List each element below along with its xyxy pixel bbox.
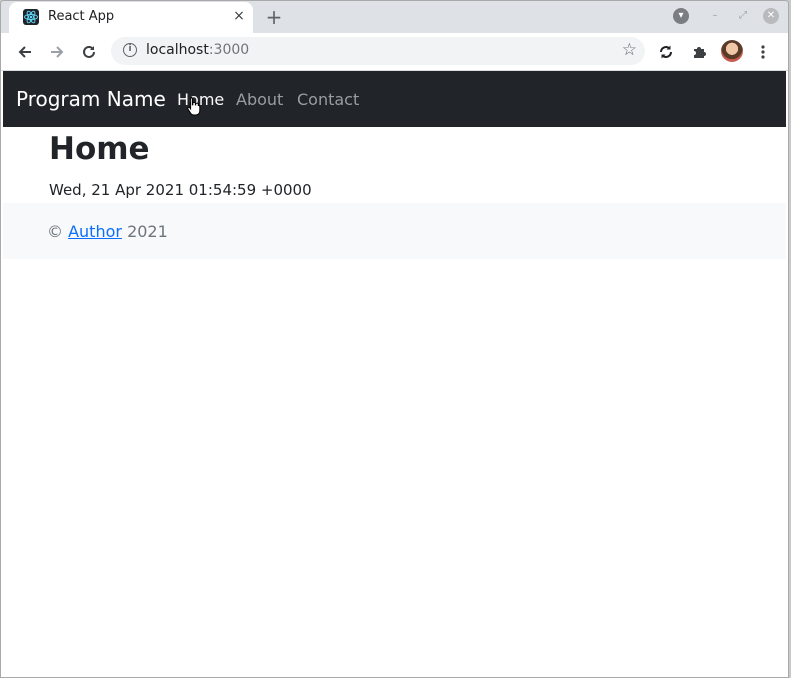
author-link[interactable]: Author xyxy=(68,222,122,241)
browser-window: React App × + ▾ – ⤢ ✕ i localhost:3000 ☆ xyxy=(0,0,789,678)
navbar: Program Name Home About Contact xyxy=(3,71,786,127)
forward-arrow-icon[interactable] xyxy=(44,39,70,65)
tab-close-icon[interactable]: × xyxy=(231,8,247,24)
bookmark-star-icon[interactable]: ☆ xyxy=(622,40,637,60)
tab-strip: React App × + ▾ – ⤢ ✕ xyxy=(1,1,788,33)
url-text: localhost:3000 xyxy=(146,42,250,58)
hand-cursor-icon xyxy=(187,96,201,116)
page-viewport: Program Name Home About Contact Home Wed… xyxy=(3,71,786,677)
nav-link-about[interactable]: About xyxy=(236,90,283,109)
reload-icon[interactable] xyxy=(76,39,102,65)
tab-title: React App xyxy=(48,9,115,24)
extensions-puzzle-icon[interactable] xyxy=(686,39,712,65)
navbar-brand[interactable]: Program Name xyxy=(16,87,166,111)
close-window-icon[interactable]: ✕ xyxy=(763,8,779,24)
sync-extension-icon[interactable] xyxy=(653,39,679,65)
footer-copyright: © Author 2021 xyxy=(47,222,168,241)
menu-kebab-icon[interactable] xyxy=(750,39,776,65)
footer-year: 2021 xyxy=(127,222,168,241)
browser-toolbar: i localhost:3000 ☆ xyxy=(1,33,788,71)
address-bar[interactable]: i localhost:3000 ☆ xyxy=(111,37,645,65)
react-logo-icon xyxy=(23,9,39,25)
timestamp: Wed, 21 Apr 2021 01:54:59 +0000 xyxy=(49,181,312,199)
copyright-symbol: © xyxy=(47,222,63,241)
site-info-icon[interactable]: i xyxy=(123,43,137,57)
profile-avatar[interactable] xyxy=(721,40,743,62)
nav-link-contact[interactable]: Contact xyxy=(297,90,359,109)
footer: © Author 2021 xyxy=(3,203,786,259)
browser-tab[interactable]: React App × xyxy=(9,2,253,33)
new-tab-button[interactable]: + xyxy=(263,6,285,28)
maximize-icon[interactable]: ⤢ xyxy=(735,8,751,24)
minimize-icon[interactable]: – xyxy=(707,8,723,24)
tab-search-icon[interactable]: ▾ xyxy=(673,8,689,24)
back-arrow-icon[interactable] xyxy=(12,39,38,65)
page-title: Home xyxy=(49,131,150,167)
